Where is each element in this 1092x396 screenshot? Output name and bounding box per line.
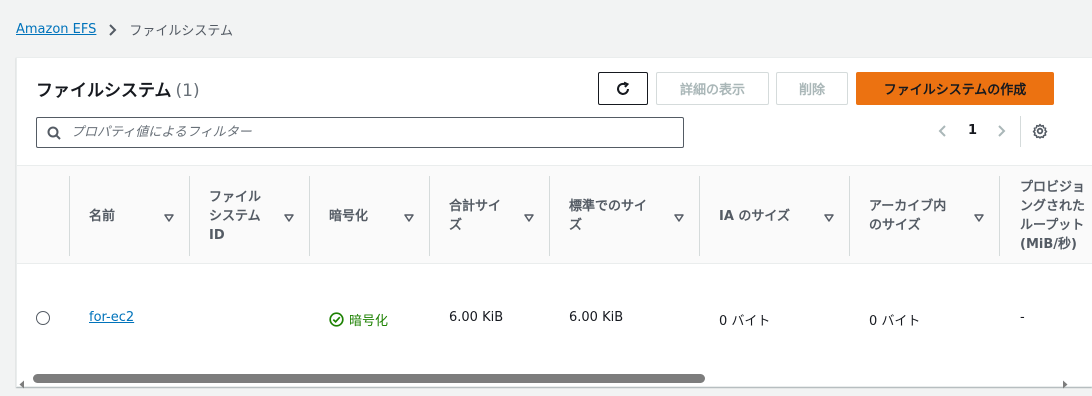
- row-select-radio[interactable]: [36, 311, 50, 325]
- standard-size-value: 6.00 KiB: [569, 310, 624, 325]
- sort-down-icon: [824, 214, 834, 222]
- column-header-standard-size[interactable]: 標準でのサイ ズ: [569, 176, 699, 256]
- horizontal-scrollbar[interactable]: [17, 370, 1092, 389]
- throughput-value: -: [1020, 310, 1025, 325]
- sort-down-icon: [404, 214, 414, 222]
- breadcrumb-link-efs[interactable]: Amazon EFS: [16, 22, 96, 37]
- refresh-icon: [617, 81, 630, 95]
- file-system-name-link[interactable]: for-ec2: [89, 310, 134, 325]
- page-number[interactable]: 1: [968, 123, 977, 138]
- column-divider: [849, 176, 850, 256]
- archive-size-value: 0 バイト: [869, 314, 921, 329]
- search-icon: [47, 126, 61, 140]
- scroll-left-arrow-icon[interactable]: [19, 374, 25, 393]
- preferences-button[interactable]: [1032, 123, 1048, 143]
- column-header-ia-size[interactable]: IA のサイズ: [719, 176, 849, 256]
- total-size-value: 6.00 KiB: [449, 310, 504, 325]
- column-header-total-size[interactable]: 合計サイ ズ: [449, 176, 549, 256]
- sort-down-icon: [284, 214, 294, 222]
- table-row: for-ec2 暗号化 6.00 KiB 6.00 KiB 0 バイト 0 バイ…: [17, 265, 1092, 371]
- column-header-provisioned-throughput[interactable]: プロビジョ ングされた ループット (MiB/秒): [1020, 176, 1092, 256]
- view-details-button[interactable]: 詳細の表示: [656, 72, 769, 105]
- create-file-system-button[interactable]: ファイルシステムの作成: [856, 72, 1054, 105]
- next-page-button[interactable]: [996, 124, 1006, 138]
- column-divider: [429, 176, 430, 256]
- refresh-button[interactable]: [598, 72, 648, 105]
- column-divider: [699, 176, 700, 256]
- scroll-right-arrow-icon[interactable]: [1062, 374, 1068, 393]
- column-divider: [189, 176, 190, 256]
- column-divider: [549, 176, 550, 256]
- panel-header: ファイルシステム(1) 詳細の表示 削除 ファイルシステムの作成 1: [17, 58, 1092, 166]
- chevron-left-icon: [938, 125, 946, 137]
- column-header-file-system-id[interactable]: ファイル システム ID: [209, 176, 309, 256]
- check-circle-icon: [329, 312, 344, 327]
- scrollbar-thumb[interactable]: [33, 374, 705, 383]
- breadcrumb-current: ファイルシステム: [129, 24, 234, 39]
- delete-button[interactable]: 削除: [776, 72, 848, 105]
- chevron-right-icon: [108, 23, 117, 37]
- encryption-status: 暗号化: [329, 310, 388, 329]
- column-divider: [999, 176, 1000, 256]
- column-divider: [69, 176, 70, 256]
- chevron-right-icon: [998, 125, 1006, 137]
- column-header-archive-size[interactable]: アーカイブ内 のサイズ: [869, 176, 999, 256]
- filter-field[interactable]: [36, 117, 684, 148]
- prev-page-button[interactable]: [938, 124, 948, 138]
- sort-down-icon: [164, 214, 174, 222]
- pager-divider: [1020, 116, 1021, 147]
- sort-down-icon: [974, 214, 984, 222]
- column-header-name[interactable]: 名前: [89, 176, 189, 256]
- panel-title: ファイルシステム (1): [36, 76, 200, 101]
- file-systems-panel: ファイルシステム(1) 詳細の表示 削除 ファイルシステムの作成 1: [16, 57, 1092, 389]
- column-divider: [309, 176, 310, 256]
- panel-title-count: (1): [175, 81, 200, 101]
- table-header: 名前 ファイル システム ID 暗号化 合計サイ ズ 標準でのサイ ズ IA の…: [17, 165, 1092, 264]
- gear-icon: [1032, 123, 1048, 139]
- sort-down-icon: [674, 214, 684, 222]
- sort-down-icon: [524, 214, 534, 222]
- column-header-encryption[interactable]: 暗号化: [329, 176, 429, 256]
- filter-input[interactable]: [71, 125, 651, 140]
- encryption-status-label: 暗号化: [349, 314, 389, 329]
- ia-size-value: 0 バイト: [719, 314, 771, 329]
- breadcrumb: Amazon EFS ファイルシステム: [16, 20, 233, 39]
- panel-title-text: ファイルシステム: [36, 81, 172, 101]
